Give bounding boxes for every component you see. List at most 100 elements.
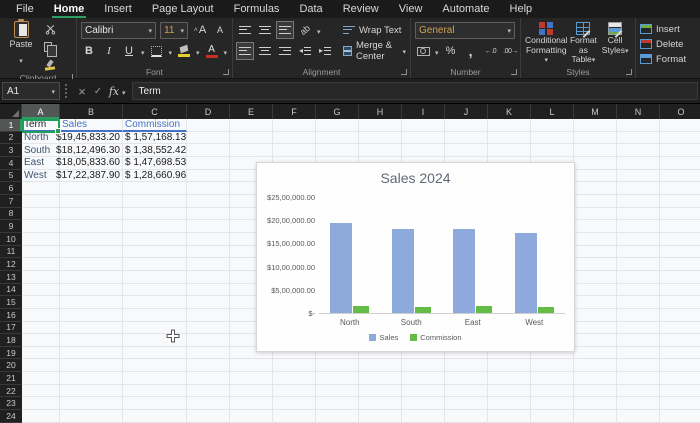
cell-J1[interactable]: [445, 119, 488, 132]
font-color-button[interactable]: A: [204, 43, 220, 59]
cell-H22[interactable]: [359, 385, 402, 398]
cell-M18[interactable]: [574, 334, 617, 347]
cell-A9[interactable]: [22, 220, 60, 233]
align-left-button[interactable]: [237, 43, 253, 59]
cell-M3[interactable]: [574, 144, 617, 157]
copy-button[interactable]: [42, 39, 58, 55]
cell-O18[interactable]: [660, 334, 700, 347]
row-header-6[interactable]: 6: [0, 182, 22, 195]
cell-M1[interactable]: [574, 119, 617, 132]
borders-button[interactable]: [149, 43, 165, 59]
cell-O3[interactable]: [660, 144, 700, 157]
cell-H3[interactable]: [359, 144, 402, 157]
cell-K1[interactable]: [488, 119, 531, 132]
cell-B14[interactable]: [60, 284, 123, 297]
comma-style-button[interactable]: [463, 43, 479, 59]
cell-O5[interactable]: [660, 170, 700, 183]
number-format-select[interactable]: General: [415, 22, 515, 39]
menu-tab-data[interactable]: Data: [289, 0, 332, 18]
cell-N6[interactable]: [617, 182, 660, 195]
insert-function-icon[interactable]: [106, 83, 122, 99]
column-header-f[interactable]: F: [273, 104, 316, 119]
column-header-b[interactable]: B: [60, 104, 123, 119]
cell-D11[interactable]: [187, 246, 230, 259]
cell-M8[interactable]: [574, 208, 617, 221]
cell-B15[interactable]: [60, 296, 123, 309]
cell-C21[interactable]: [123, 372, 187, 385]
decrease-indent-button[interactable]: [297, 43, 313, 59]
column-header-e[interactable]: E: [230, 104, 273, 119]
cell-A11[interactable]: [22, 246, 60, 259]
cell-O24[interactable]: [660, 410, 700, 423]
cell-O4[interactable]: [660, 157, 700, 170]
decrease-decimal-button[interactable]: .00→: [503, 43, 519, 59]
cell-N24[interactable]: [617, 410, 660, 423]
cell-O22[interactable]: [660, 385, 700, 398]
cell-A23[interactable]: [22, 397, 60, 410]
row-header-5[interactable]: 5: [0, 170, 22, 183]
cell-H24[interactable]: [359, 410, 402, 423]
cell-B6[interactable]: [60, 182, 123, 195]
cell-N7[interactable]: [617, 195, 660, 208]
cell-O17[interactable]: [660, 322, 700, 335]
cell-E23[interactable]: [230, 397, 273, 410]
cell-I24[interactable]: [402, 410, 445, 423]
column-header-i[interactable]: I: [402, 104, 445, 119]
cell-B2[interactable]: $19,45,833.20: [60, 132, 123, 145]
cell-N13[interactable]: [617, 271, 660, 284]
increase-indent-button[interactable]: [317, 43, 333, 59]
cell-F1[interactable]: [273, 119, 316, 132]
cell-O20[interactable]: [660, 359, 700, 372]
cell-D23[interactable]: [187, 397, 230, 410]
cell-N16[interactable]: [617, 309, 660, 322]
cell-E21[interactable]: [230, 372, 273, 385]
cell-I1[interactable]: [402, 119, 445, 132]
cell-E1[interactable]: [230, 119, 273, 132]
cell-N21[interactable]: [617, 372, 660, 385]
insert-cells-button[interactable]: Insert: [640, 22, 696, 36]
cell-B16[interactable]: [60, 309, 123, 322]
cell-C16[interactable]: [123, 309, 187, 322]
cell-B22[interactable]: [60, 385, 123, 398]
cell-D10[interactable]: [187, 233, 230, 246]
cell-A4[interactable]: East: [22, 157, 60, 170]
cell-A20[interactable]: [22, 359, 60, 372]
cell-M4[interactable]: [574, 157, 617, 170]
cell-B5[interactable]: $17,22,387.90: [60, 170, 123, 183]
cell-O1[interactable]: [660, 119, 700, 132]
cell-D20[interactable]: [187, 359, 230, 372]
bold-button[interactable]: [81, 43, 97, 59]
cell-H2[interactable]: [359, 132, 402, 145]
cell-E3[interactable]: [230, 144, 273, 157]
cell-C5[interactable]: $ 1,28,660.96: [123, 170, 187, 183]
cell-M22[interactable]: [574, 385, 617, 398]
cell-N19[interactable]: [617, 347, 660, 360]
row-header-7[interactable]: 7: [0, 195, 22, 208]
cell-M12[interactable]: [574, 258, 617, 271]
cell-N5[interactable]: [617, 170, 660, 183]
cut-button[interactable]: [42, 21, 58, 37]
row-header-8[interactable]: 8: [0, 208, 22, 221]
fill-color-button[interactable]: [176, 43, 192, 59]
cell-N11[interactable]: [617, 246, 660, 259]
font-size-select[interactable]: 11: [160, 22, 188, 39]
cell-A2[interactable]: North: [22, 132, 60, 145]
cell-D13[interactable]: [187, 271, 230, 284]
align-bottom-button[interactable]: [277, 22, 293, 38]
row-header-12[interactable]: 12: [0, 258, 22, 271]
cell-G24[interactable]: [316, 410, 359, 423]
cell-N9[interactable]: [617, 220, 660, 233]
row-header-18[interactable]: 18: [0, 334, 22, 347]
cell-A16[interactable]: [22, 309, 60, 322]
merge-center-button[interactable]: Merge & Center: [343, 42, 406, 60]
cell-D1[interactable]: [187, 119, 230, 132]
cell-D7[interactable]: [187, 195, 230, 208]
formula-input[interactable]: Term: [132, 82, 698, 100]
cell-M13[interactable]: [574, 271, 617, 284]
cell-A7[interactable]: [22, 195, 60, 208]
cell-O12[interactable]: [660, 258, 700, 271]
column-header-a[interactable]: A: [22, 104, 60, 119]
cell-C1[interactable]: Commission: [123, 119, 187, 132]
delete-cells-button[interactable]: Delete: [640, 37, 696, 51]
cell-B3[interactable]: $18,12,496.30: [60, 144, 123, 157]
